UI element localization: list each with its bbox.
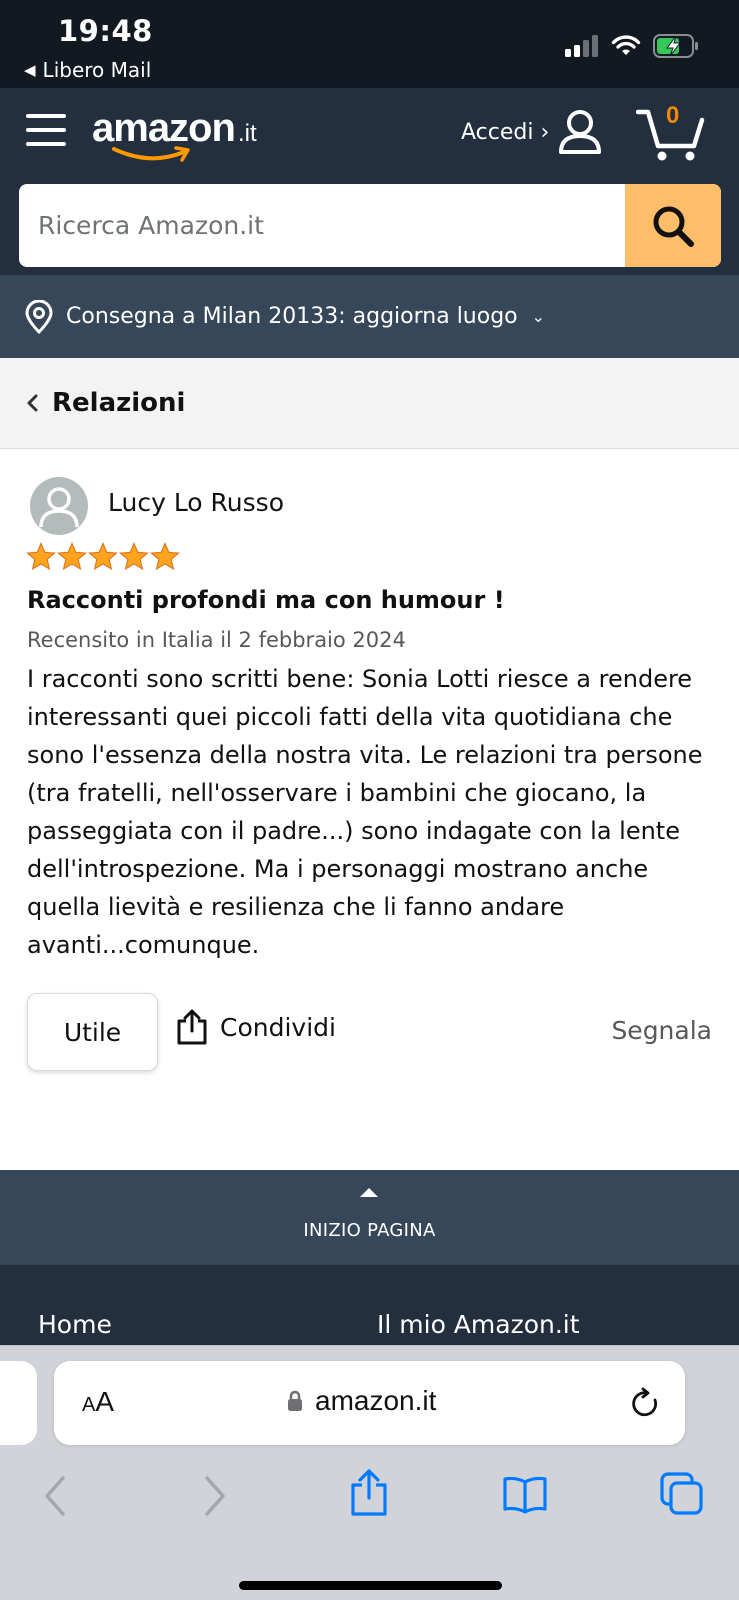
back-triangle-icon: ◀ — [24, 61, 36, 79]
search-bar-container — [0, 183, 739, 275]
review-date: Recensito in Italia il 2 febbraio 2024 — [27, 628, 406, 652]
tabs-icon[interactable] — [660, 1472, 704, 1516]
star-rating — [26, 542, 180, 571]
report-link[interactable]: Segnala — [611, 1016, 712, 1045]
delivery-location-bar[interactable]: Consegna a Milan 20133: aggiorna luogo ⌄ — [0, 275, 739, 358]
cellular-signal-icon — [565, 35, 598, 57]
review-card: Lucy Lo Russo Racconti profondi ma con h… — [0, 450, 739, 1170]
star-icon — [57, 542, 87, 571]
chevron-down-icon: ⌄ — [531, 307, 546, 326]
bookmarks-book-icon[interactable] — [502, 1476, 548, 1514]
reviewer-name: Lucy Lo Russo — [108, 488, 284, 517]
star-icon — [26, 542, 56, 571]
home-indicator — [239, 1581, 502, 1590]
share-label: Condividi — [220, 1012, 336, 1042]
back-arrow-icon[interactable] — [42, 1474, 68, 1518]
logo-tld: .it — [238, 120, 257, 147]
cart-count: 0 — [666, 102, 680, 129]
aa-small: A — [82, 1394, 96, 1416]
status-icons — [565, 34, 699, 58]
star-icon — [150, 542, 180, 571]
url-display[interactable]: amazon.it — [287, 1385, 436, 1417]
forward-arrow-icon[interactable] — [202, 1474, 228, 1518]
cart-button[interactable]: 0 — [635, 102, 706, 164]
share-icon — [177, 1009, 207, 1045]
caret-up-icon — [360, 1188, 378, 1197]
back-app-label: Libero Mail — [42, 58, 152, 82]
back-to-top-button[interactable]: INIZIO PAGINA — [0, 1170, 739, 1265]
previous-tab-preview[interactable] — [0, 1361, 37, 1445]
status-bar: 19:48 ◀ Libero Mail — [0, 0, 739, 88]
star-icon — [119, 542, 149, 571]
review-body: I racconti sono scritti bene: Sonia Lott… — [27, 665, 703, 959]
chevron-left-icon — [27, 394, 38, 412]
wifi-icon — [611, 35, 641, 55]
user-account-icon[interactable] — [556, 108, 604, 156]
search-icon — [653, 206, 694, 247]
status-time: 19:48 — [58, 14, 153, 48]
logo-word: amazon — [92, 106, 236, 150]
menu-hamburger-icon[interactable] — [26, 114, 66, 150]
amazon-logo[interactable]: amazon .it — [92, 106, 272, 166]
delivery-text: Consegna a Milan 20133: aggiorna luogo — [66, 304, 518, 329]
aa-big: A — [95, 1386, 115, 1417]
logo-smile-icon — [112, 146, 190, 162]
breadcrumb[interactable]: Relazioni — [0, 358, 739, 449]
lock-icon — [288, 1390, 302, 1411]
footer-link-home[interactable]: Home — [38, 1310, 112, 1339]
search-input[interactable] — [19, 184, 625, 267]
url-text: amazon.it — [315, 1385, 437, 1416]
sign-in-link[interactable]: Accedi › — [461, 120, 549, 145]
review-title: Racconti profondi ma con humour ! — [27, 586, 505, 614]
back-to-top-label: INIZIO PAGINA — [303, 1220, 436, 1241]
amazon-header: amazon .it Accedi › 0 — [0, 88, 739, 183]
page: 19:48 ◀ Libero Mail amazon .it Accedi › … — [0, 0, 739, 1600]
star-icon — [88, 542, 118, 571]
reload-icon[interactable] — [631, 1387, 661, 1419]
location-pin-icon — [25, 299, 53, 334]
search-box — [19, 184, 721, 267]
breadcrumb-label: Relazioni — [52, 388, 186, 418]
footer-link-my-amazon[interactable]: Il mio Amazon.it — [377, 1310, 580, 1339]
text-size-button[interactable]: AA — [82, 1386, 114, 1418]
share-button[interactable]: Condividi — [176, 1009, 336, 1045]
search-button[interactable] — [625, 184, 721, 267]
share-icon-safari[interactable] — [349, 1468, 389, 1518]
avatar — [30, 477, 88, 535]
battery-charging-icon — [653, 34, 698, 58]
default-user-icon — [39, 487, 79, 528]
address-bar[interactable]: AA amazon.it — [54, 1361, 685, 1445]
back-to-app-link[interactable]: ◀ Libero Mail — [24, 58, 151, 82]
helpful-button[interactable]: Utile — [27, 993, 158, 1071]
browser-toolbar: AA amazon.it — [0, 1345, 739, 1600]
footer: Home Il mio Amazon.it — [0, 1265, 739, 1345]
